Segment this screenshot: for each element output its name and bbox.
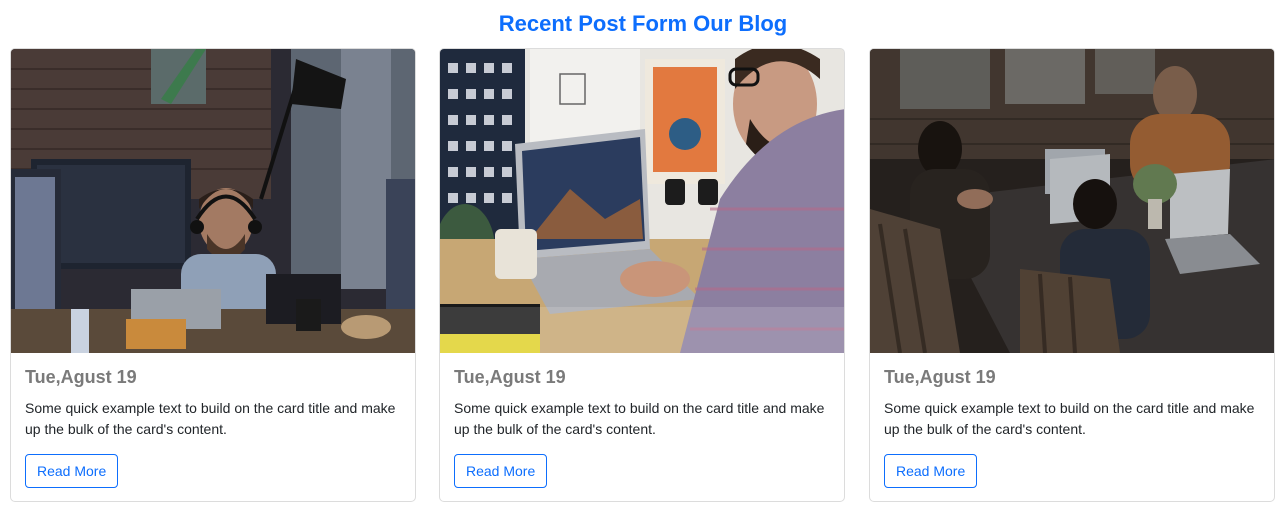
card-image-office-man — [11, 49, 415, 353]
card-image-laptop-desk — [440, 49, 844, 353]
read-more-button[interactable]: Read More — [884, 454, 978, 488]
card-text: Some quick example text to build on the … — [454, 400, 825, 437]
card-text: Some quick example text to build on the … — [884, 400, 1255, 437]
blog-card: Tue,Agust 19 Some quick example text to … — [10, 48, 416, 502]
read-more-button[interactable]: Read More — [454, 454, 548, 488]
card-date: Tue,Agust 19 — [884, 367, 996, 387]
card-date: Tue,Agust 19 — [454, 367, 566, 387]
page-title: Recent Post Form Our Blog — [498, 11, 788, 36]
blog-card: Tue,Agust 19 Some quick example text to … — [439, 48, 845, 502]
card-image-team-meeting — [870, 49, 1274, 353]
blog-card: Tue,Agust 19 Some quick example text to … — [869, 48, 1275, 502]
card-text: Some quick example text to build on the … — [25, 400, 396, 437]
read-more-button[interactable]: Read More — [25, 454, 119, 488]
card-date: Tue,Agust 19 — [25, 367, 137, 387]
